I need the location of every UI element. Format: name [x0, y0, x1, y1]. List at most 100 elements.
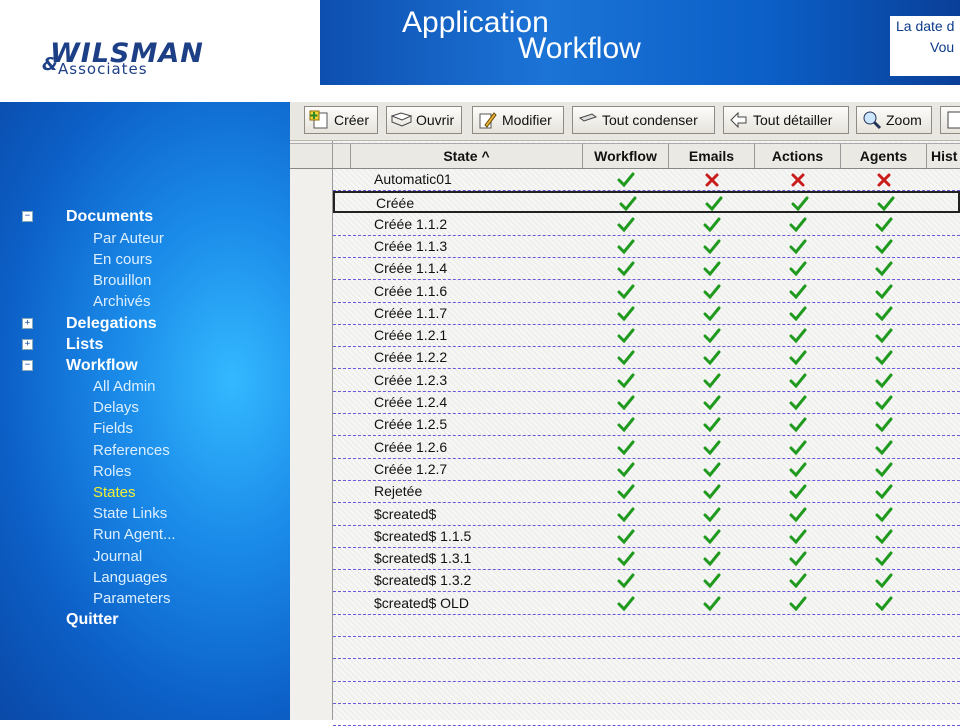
logo: WILSMAN & Associates	[0, 0, 320, 102]
sidebar-item-run-agent[interactable]: Run Agent...	[93, 526, 176, 543]
check-icon	[617, 596, 635, 611]
table-row[interactable]: Créée 1.2.3	[333, 370, 960, 392]
check-icon	[875, 596, 893, 611]
empty-row	[333, 637, 960, 660]
expand-all-label: Tout détailler	[753, 112, 833, 128]
documents-collapse-toggle[interactable]: −	[22, 211, 33, 222]
table-row[interactable]: Rejetée	[333, 481, 960, 504]
table-row[interactable]: Créée 1.1.6	[333, 281, 960, 303]
state-name-cell: Créée 1.1.3	[374, 237, 448, 254]
sidebar-item-states[interactable]: States	[93, 484, 136, 501]
banner-info-line2: Vou	[930, 39, 955, 55]
check-icon	[703, 217, 721, 232]
table-row[interactable]: $created$	[333, 504, 960, 526]
workflow-collapse-toggle[interactable]: −	[22, 360, 33, 371]
check-icon	[617, 261, 635, 277]
zoom-button[interactable]: Zoom	[856, 106, 932, 134]
check-icon	[875, 239, 893, 255]
banner-info-line1: La date d	[896, 18, 955, 34]
column-header-state[interactable]: State ^	[351, 144, 583, 168]
check-icon	[875, 484, 893, 500]
collapse-all-label: Tout condenser	[602, 112, 698, 128]
check-icon	[789, 328, 807, 344]
sidebar-item-journal[interactable]: Journal	[93, 548, 142, 565]
sidebar-item-all-admin[interactable]: All Admin	[93, 378, 156, 395]
check-icon	[789, 484, 807, 500]
sidebar-item-brouillon[interactable]: Brouillon	[93, 272, 151, 289]
sidebar-item-references[interactable]: References	[93, 442, 170, 459]
check-icon	[703, 462, 721, 478]
table-row[interactable]: Créée 1.1.7	[333, 303, 960, 325]
table-row[interactable]: Automatic01	[333, 169, 960, 191]
check-icon	[703, 306, 721, 322]
table-row[interactable]: $created$ OLD	[333, 593, 960, 615]
check-icon	[703, 328, 721, 344]
check-icon	[789, 417, 807, 433]
create-button[interactable]: Créer	[304, 106, 378, 134]
sidebar-item-archives[interactable]: Archivés	[93, 293, 151, 310]
column-header-actions[interactable]: Actions	[755, 144, 841, 168]
sidebar-item-roles[interactable]: Roles	[93, 463, 131, 480]
table-row[interactable]: Créée 1.2.4	[333, 392, 960, 414]
column-header-hist[interactable]: Hist	[927, 144, 960, 168]
column-header-workflow[interactable]: Workflow	[583, 144, 669, 168]
table-row[interactable]: Créée 1.1.2	[333, 214, 960, 236]
collapse-all-button[interactable]: Tout condenser	[572, 106, 715, 134]
collapse-icon	[578, 113, 598, 122]
sidebar-item-fields[interactable]: Fields	[93, 420, 133, 437]
expand-all-button[interactable]: Tout détailler	[723, 106, 849, 134]
sidebar-item-delegations[interactable]: Delegations	[66, 315, 157, 333]
open-book-icon	[391, 112, 413, 127]
column-header-emails[interactable]: Emails	[669, 144, 755, 168]
modify-label: Modifier	[502, 112, 552, 128]
cross-icon	[705, 173, 719, 187]
sidebar-item-quitter[interactable]: Quitter	[66, 611, 118, 629]
check-icon	[617, 573, 635, 589]
modify-button[interactable]: Modifier	[472, 106, 564, 134]
delegations-expand-toggle[interactable]: +	[22, 318, 33, 329]
table-row[interactable]: Créée 1.2.6	[333, 437, 960, 459]
sidebar-item-parameters[interactable]: Parameters	[93, 590, 171, 607]
table-row[interactable]: Créée	[333, 191, 960, 214]
sidebar-item-delays[interactable]: Delays	[93, 399, 139, 416]
state-name-cell: Créée 1.1.4	[374, 260, 448, 277]
table-row[interactable]: Créée 1.2.1	[333, 325, 960, 348]
state-name-cell: $created$ 1.1.5	[374, 527, 472, 544]
sidebar-item-documents[interactable]: Documents	[66, 208, 153, 226]
state-name-cell: Créée 1.2.5	[374, 416, 448, 433]
sidebar-item-state-links[interactable]: State Links	[93, 505, 167, 522]
check-icon	[703, 596, 721, 611]
table-row[interactable]: Créée 1.1.3	[333, 236, 960, 258]
open-button[interactable]: Ouvrir	[386, 106, 462, 134]
check-icon	[703, 284, 721, 299]
check-icon	[875, 529, 893, 545]
table-row[interactable]: Créée 1.2.5	[333, 414, 960, 437]
check-icon	[789, 395, 807, 411]
check-icon	[703, 551, 721, 567]
check-icon	[789, 306, 807, 322]
sidebar-item-workflow[interactable]: Workflow	[66, 357, 138, 375]
check-icon	[875, 440, 893, 455]
check-icon	[789, 529, 807, 545]
check-icon	[789, 596, 807, 611]
sidebar-item-en-cours[interactable]: En cours	[93, 251, 152, 268]
column-header-agents[interactable]: Agents	[841, 144, 927, 168]
table-row[interactable]: Créée 1.2.2	[333, 347, 960, 370]
table-row[interactable]: $created$ 1.3.1	[333, 548, 960, 571]
check-icon	[703, 417, 721, 433]
check-icon	[617, 328, 635, 344]
sidebar-item-lists[interactable]: Lists	[66, 336, 103, 354]
sidebar-item-languages[interactable]: Languages	[93, 569, 167, 586]
sidebar-item-par-auteur[interactable]: Par Auteur	[93, 230, 164, 247]
state-name-cell: $created$ 1.3.2	[374, 572, 472, 589]
table-row[interactable]: $created$ 1.3.2	[333, 570, 960, 593]
empty-row	[333, 682, 960, 704]
table-row[interactable]: Créée 1.2.7	[333, 459, 960, 481]
table-row[interactable]: Créée 1.1.4	[333, 258, 960, 281]
header-expander-cell	[333, 144, 351, 168]
more-toolbar-button[interactable]	[940, 106, 960, 134]
check-icon	[789, 261, 807, 277]
table-row[interactable]: $created$ 1.1.5	[333, 526, 960, 548]
lists-expand-toggle[interactable]: +	[22, 339, 33, 350]
state-name-cell: Créée 1.2.4	[374, 394, 448, 410]
